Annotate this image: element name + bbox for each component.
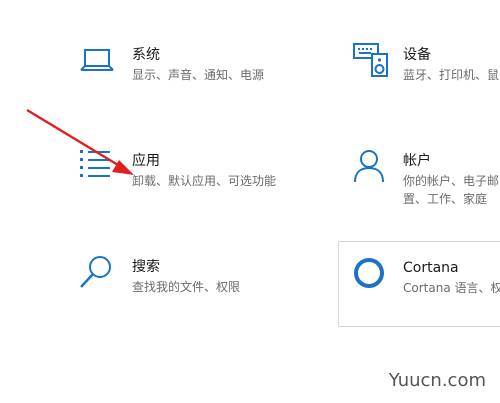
- tile-title: 搜索: [132, 259, 160, 275]
- settings-tile-cortana[interactable]: Cortana Cortana 语言、权: [338, 241, 500, 327]
- tile-desc: Cortana 语言、权: [403, 281, 500, 295]
- tile-desc-line2: 置、工作、家庭: [403, 192, 488, 206]
- settings-tile-devices[interactable]: 设备 蓝牙、打印机、鼠: [345, 36, 500, 96]
- tile-desc: 查找我的文件、权限: [132, 280, 241, 294]
- settings-tile-apps[interactable]: 应用 卸载、默认应用、可选功能: [70, 142, 320, 202]
- settings-tile-system[interactable]: 系统 显示、声音、通知、电源: [70, 36, 320, 96]
- tile-title: 帐户: [403, 153, 431, 169]
- settings-tile-search[interactable]: 搜索 查找我的文件、权限: [70, 248, 320, 308]
- person-icon: [354, 150, 384, 183]
- tile-desc: 显示、声音、通知、电源: [132, 68, 265, 82]
- settings-tile-accounts[interactable]: 帐户 你的帐户、电子邮 置、工作、家庭: [345, 142, 500, 212]
- tile-desc: 蓝牙、打印机、鼠: [403, 68, 500, 82]
- tile-desc: 卸载、默认应用、可选功能: [132, 174, 277, 188]
- watermark-text: Yuucn.com: [388, 370, 486, 391]
- laptop-icon: [80, 49, 114, 71]
- keyboard-speaker-icon: [353, 43, 388, 77]
- tile-title: 设备: [403, 47, 431, 63]
- tile-desc: 你的帐户、电子邮: [403, 174, 500, 188]
- tile-title: 系统: [132, 47, 160, 63]
- magnifier-icon: [80, 256, 111, 288]
- settings-home-page: 系统 显示、声音、通知、电源 设备 蓝牙、打印机、鼠 应用 卸载、默认应用、可选…: [0, 0, 500, 403]
- app-list-icon: [80, 150, 110, 177]
- tile-title: 应用: [132, 153, 160, 169]
- tile-title: Cortana: [403, 260, 459, 276]
- cortana-ring-icon: [354, 258, 384, 288]
